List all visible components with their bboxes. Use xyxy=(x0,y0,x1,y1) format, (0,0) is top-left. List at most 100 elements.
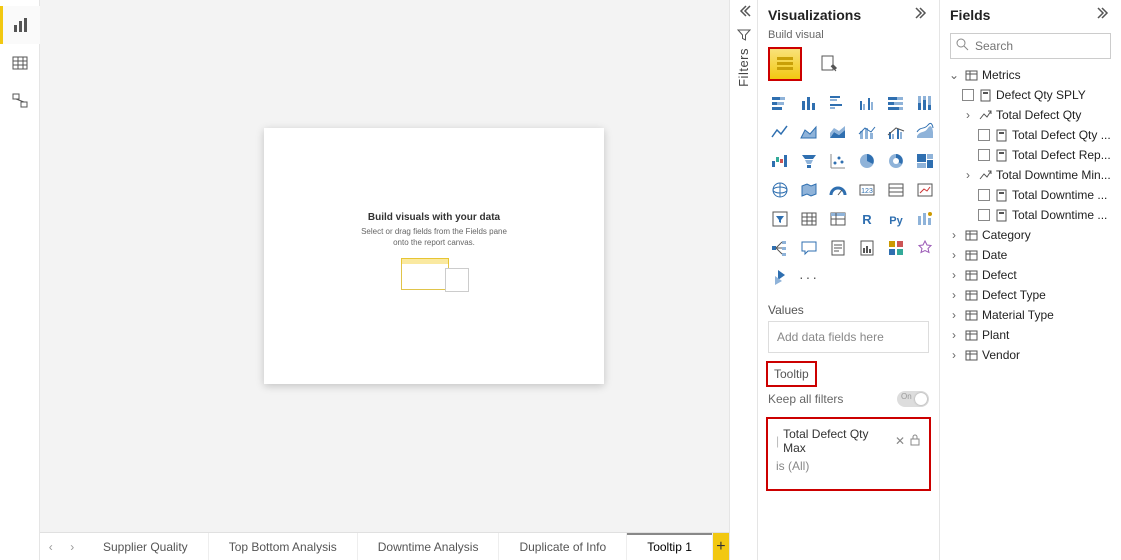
viz-100-stacked-column[interactable] xyxy=(913,91,937,115)
viz-azure-map[interactable] xyxy=(768,265,792,289)
data-view-button[interactable] xyxy=(0,44,40,82)
viz-line[interactable] xyxy=(768,120,792,144)
table-material-type[interactable]: ›Material Type xyxy=(946,305,1115,325)
field-total-downtime-min[interactable]: › Total Downtime Min... xyxy=(946,165,1115,185)
viz-waterfall[interactable] xyxy=(768,149,792,173)
table-label: Plant xyxy=(982,328,1009,342)
viz-decomposition[interactable] xyxy=(768,236,792,260)
tab-supplier-quality[interactable]: Supplier Quality xyxy=(83,533,209,560)
viz-narrative[interactable] xyxy=(826,236,850,260)
viz-line-clustered-column[interactable] xyxy=(884,120,908,144)
remove-field-icon[interactable]: ✕ xyxy=(895,434,905,448)
checkbox[interactable] xyxy=(978,149,990,161)
viz-ribbon[interactable] xyxy=(913,120,937,144)
viz-key-influencers[interactable] xyxy=(913,207,937,231)
tooltip-field-name: Total Defect Qty Max xyxy=(783,427,889,455)
checkbox[interactable] xyxy=(978,189,990,201)
checkbox[interactable] xyxy=(962,89,974,101)
viz-scatter[interactable] xyxy=(826,149,850,173)
format-visual-tab[interactable] xyxy=(812,47,846,81)
collapse-viz-icon[interactable] xyxy=(915,6,929,23)
table-defect-type[interactable]: ›Defect Type xyxy=(946,285,1115,305)
expand-filters-icon[interactable] xyxy=(737,4,751,24)
viz-get-more[interactable] xyxy=(913,236,937,260)
tab-tooltip-1[interactable]: Tooltip 1 xyxy=(627,533,713,560)
viz-r[interactable]: R xyxy=(855,207,879,231)
page-tab-strip: ‹ › Supplier Quality Top Bottom Analysis… xyxy=(40,532,729,560)
measure-icon xyxy=(994,148,1008,162)
viz-paginated[interactable] xyxy=(855,236,879,260)
viz-clustered-bar[interactable] xyxy=(826,91,850,115)
checkbox[interactable] xyxy=(978,129,990,141)
field-total-downtime-child1[interactable]: Total Downtime ... xyxy=(946,185,1115,205)
table-metrics[interactable]: ⌄ Metrics xyxy=(946,65,1115,85)
collapse-fields-icon[interactable] xyxy=(1097,6,1111,23)
report-canvas[interactable]: Build visuals with your data Select or d… xyxy=(40,0,729,532)
table-icon xyxy=(964,248,978,262)
viz-donut[interactable] xyxy=(884,149,908,173)
viz-apps[interactable] xyxy=(884,236,908,260)
viz-matrix[interactable] xyxy=(826,207,850,231)
viz-pie[interactable] xyxy=(855,149,879,173)
table-plant[interactable]: ›Plant xyxy=(946,325,1115,345)
viz-more[interactable]: ··· xyxy=(797,265,821,289)
filters-label: Filters xyxy=(736,48,751,87)
table-icon xyxy=(11,54,29,72)
values-dropzone[interactable]: Add data fields here xyxy=(768,321,929,353)
fields-pane: Fields ⌄ Metrics Defect Qty SPLY xyxy=(939,0,1121,560)
table-icon xyxy=(964,288,978,302)
viz-map[interactable] xyxy=(768,178,792,202)
filters-pane-collapsed[interactable]: Filters xyxy=(729,0,757,560)
tab-downtime[interactable]: Downtime Analysis xyxy=(358,533,500,560)
viz-table[interactable] xyxy=(797,207,821,231)
build-visual-tab[interactable] xyxy=(768,47,802,81)
report-view-button[interactable] xyxy=(0,6,40,44)
field-total-defect-qty[interactable]: › Total Defect Qty xyxy=(946,105,1115,125)
table-date[interactable]: ›Date xyxy=(946,245,1115,265)
field-defect-qty-sply[interactable]: Defect Qty SPLY xyxy=(946,85,1115,105)
tab-scroll-right[interactable]: › xyxy=(61,533,82,560)
viz-funnel[interactable] xyxy=(797,149,821,173)
build-visual-icon xyxy=(775,54,795,74)
viz-slicer[interactable] xyxy=(768,207,792,231)
viz-filled-map[interactable] xyxy=(797,178,821,202)
tab-scroll-left[interactable]: ‹ xyxy=(40,533,61,560)
viz-stacked-column[interactable] xyxy=(797,91,821,115)
viz-clustered-column[interactable] xyxy=(855,91,879,115)
table-category[interactable]: ›Category xyxy=(946,225,1115,245)
visualizations-pane: Visualizations Build visual xyxy=(757,0,939,560)
table-defect[interactable]: ›Defect xyxy=(946,265,1115,285)
keep-all-filters-toggle[interactable]: On xyxy=(897,391,929,407)
tab-duplicate-info[interactable]: Duplicate of Info xyxy=(499,533,627,560)
tab-add-page[interactable]: + xyxy=(713,533,729,560)
format-icon xyxy=(819,54,839,74)
tooltip-field-card[interactable]: | Total Defect Qty Max ✕ is (All) xyxy=(766,417,931,491)
lock-icon[interactable] xyxy=(909,434,921,449)
viz-gauge[interactable] xyxy=(826,178,850,202)
table-vendor[interactable]: ›Vendor xyxy=(946,345,1115,365)
viz-line-stacked-column[interactable] xyxy=(855,120,879,144)
viz-treemap[interactable] xyxy=(913,149,937,173)
tab-top-bottom[interactable]: Top Bottom Analysis xyxy=(209,533,358,560)
viz-kpi[interactable] xyxy=(913,178,937,202)
report-page[interactable]: Build visuals with your data Select or d… xyxy=(264,128,604,384)
viz-stacked-area[interactable] xyxy=(826,120,850,144)
fields-search-input[interactable] xyxy=(950,33,1111,59)
field-total-downtime-child2[interactable]: Total Downtime ... xyxy=(946,205,1115,225)
viz-qa[interactable] xyxy=(797,236,821,260)
viz-python[interactable]: Py xyxy=(884,207,908,231)
field-total-defect-qty-child1[interactable]: Total Defect Qty ... xyxy=(946,125,1115,145)
measure-icon xyxy=(994,128,1008,142)
field-total-defect-rep[interactable]: Total Defect Rep... xyxy=(946,145,1115,165)
table-icon xyxy=(964,228,978,242)
table-label: Vendor xyxy=(982,348,1020,362)
viz-card[interactable]: 123 xyxy=(855,178,879,202)
viz-area[interactable] xyxy=(797,120,821,144)
viz-100-stacked-bar[interactable] xyxy=(884,91,908,115)
viz-stacked-bar[interactable] xyxy=(768,91,792,115)
checkbox[interactable] xyxy=(978,209,990,221)
model-view-button[interactable] xyxy=(0,82,40,120)
viz-multi-card[interactable] xyxy=(884,178,908,202)
measure-icon xyxy=(978,88,992,102)
measure-icon xyxy=(994,208,1008,222)
